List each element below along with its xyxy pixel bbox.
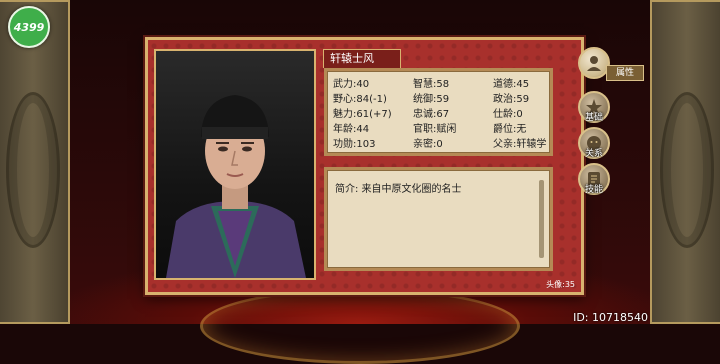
left-side-pillar xyxy=(0,0,70,324)
player-id: ID: 10718540 xyxy=(573,311,648,324)
stats-box: 武力:40 智慧:58 道德:45 野心:84(-1) 统御:59 政治:59 … xyxy=(324,68,553,156)
stat-command: 统御:59 xyxy=(413,94,450,105)
skills-tab-button[interactable]: 技能 xyxy=(578,163,610,195)
character-name: 轩辕士风 xyxy=(323,49,401,68)
character-portrait xyxy=(154,49,316,280)
basic-tab-button[interactable]: 基础 xyxy=(578,91,610,123)
stat-morality: 道德:45 xyxy=(493,79,530,90)
stat-ambition: 野心:84(-1) xyxy=(333,94,387,105)
stat-age: 年龄:44 xyxy=(333,124,370,135)
stat-office: 官职:赋闲 xyxy=(413,124,457,135)
stat-wisdom: 智慧:58 xyxy=(413,79,450,90)
attributes-tab-label: 属性 xyxy=(606,65,644,81)
left-ornament xyxy=(6,92,60,248)
basic-tab-label: 基础 xyxy=(584,113,603,123)
stat-father: 父亲:轩辕学 xyxy=(493,139,547,150)
portrait-figure xyxy=(166,95,306,278)
right-side-pillar xyxy=(650,0,720,324)
stat-loyalty: 忠诚:67 xyxy=(413,109,450,120)
stat-force: 武力:40 xyxy=(333,79,370,90)
intro-scrollbar[interactable] xyxy=(539,180,544,258)
stat-charm: 魅力:61(+7) xyxy=(333,109,392,120)
character-info-panel: 轩辕士风 武力:40 智慧:58 道德:45 野心:84(-1) 统御:59 政… xyxy=(145,37,584,295)
stat-rank: 爵位:无 xyxy=(493,124,527,135)
stat-politics: 政治:59 xyxy=(493,94,530,105)
relations-tab-button[interactable]: 关系 xyxy=(578,127,610,159)
right-ornament xyxy=(660,92,714,248)
skills-tab-label: 技能 xyxy=(584,185,603,195)
stat-merit: 功勋:103 xyxy=(333,139,376,150)
floor-ornament xyxy=(200,288,520,364)
stat-service-years: 仕龄:0 xyxy=(493,109,523,120)
4399-logo[interactable]: 4399 xyxy=(8,6,50,48)
intro-box[interactable]: 简介: 来自中原文化圈的名士 xyxy=(324,167,553,271)
intro-text: 简介: 来自中原文化圈的名士 xyxy=(335,184,462,195)
portrait-number: 头像:35 xyxy=(546,280,575,289)
stat-intimacy: 亲密:0 xyxy=(413,139,443,150)
relations-tab-label: 关系 xyxy=(584,149,603,159)
person-icon xyxy=(587,56,601,71)
